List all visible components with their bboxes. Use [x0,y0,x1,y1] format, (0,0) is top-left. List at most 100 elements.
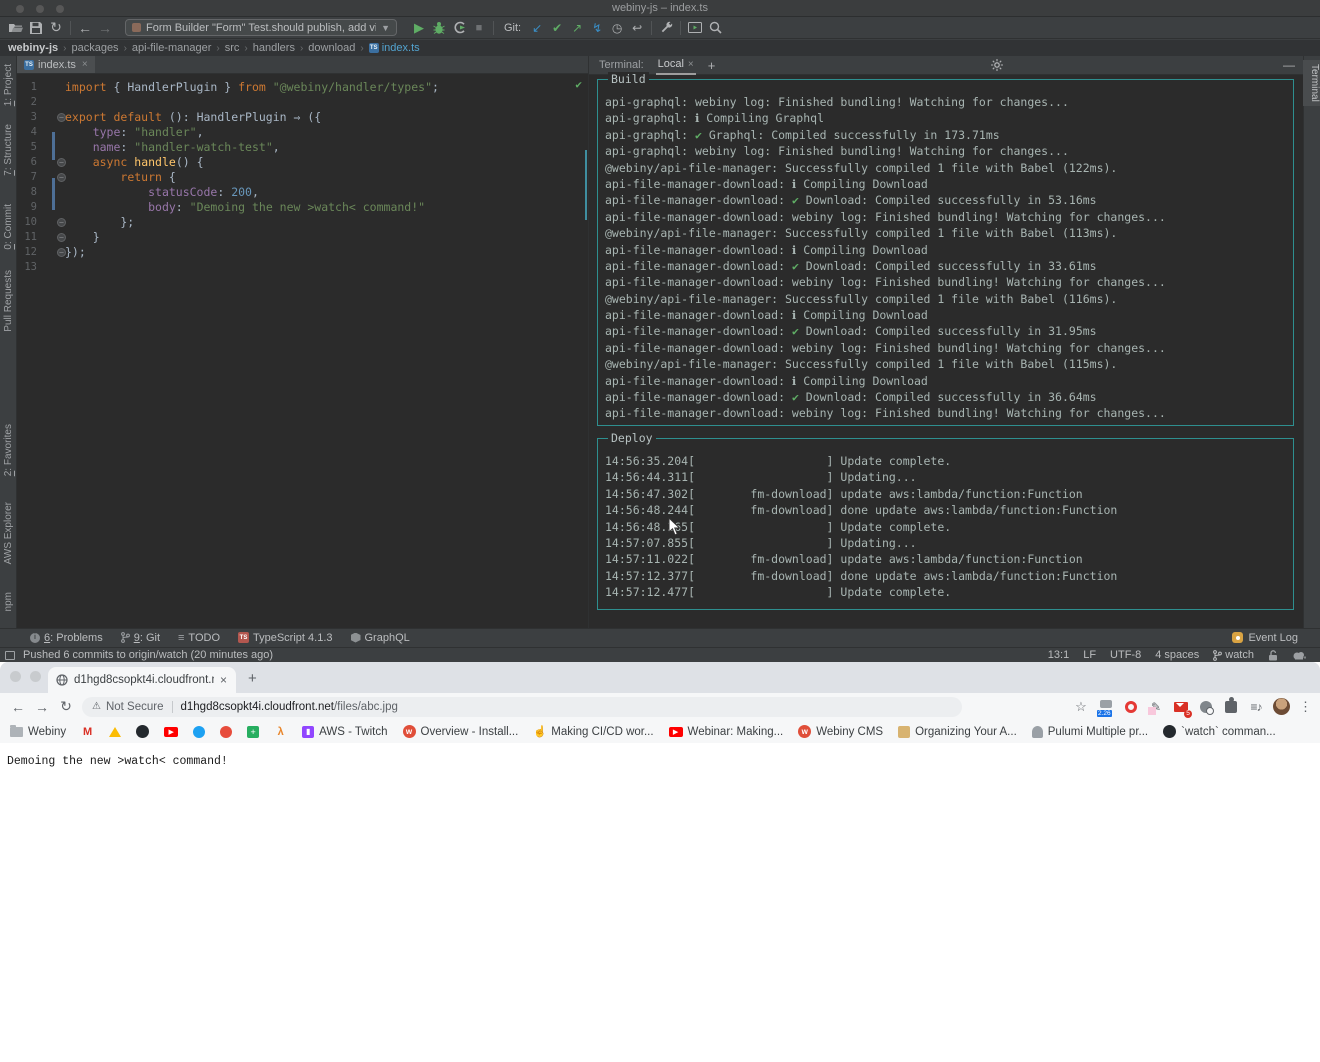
breadcrumb-item[interactable]: api-file-manager [132,42,211,54]
terminal-tab-local[interactable]: Local × [656,56,696,75]
tool-window-button-npm[interactable]: npm [3,592,14,611]
line-number[interactable]: 12 [17,245,37,260]
fold-marker-icon[interactable]: – [57,113,66,122]
history-icon[interactable]: ◷ [607,19,627,37]
bookmark-item[interactable]: + [247,726,259,738]
bookmark-item[interactable] [136,725,149,738]
forward-icon[interactable]: → [95,19,115,37]
line-number[interactable]: 6 [17,155,37,170]
breadcrumb-item[interactable]: handlers [253,42,295,54]
playlist-extension-icon[interactable]: ≡♪ [1248,699,1264,715]
new-tab-button[interactable]: + [248,670,257,687]
back-icon[interactable]: ← [75,19,95,37]
bookmark-item[interactable]: ▶Webinar: Making... [669,726,784,738]
inspection-ok-icon[interactable]: ✔ [575,78,582,91]
fold-marker-icon[interactable]: – [57,173,66,182]
line-number[interactable]: 8 [17,185,37,200]
security-label[interactable]: Not Secure [106,701,164,713]
line-number[interactable]: 3 [17,110,37,125]
line-number[interactable]: 11 [17,230,37,245]
terminal-settings-gear-icon[interactable] [987,59,1007,71]
browser-tab[interactable]: d1hgd8csopkt4i.cloudfront.ne × [48,667,236,693]
tool-window-button--commit[interactable]: 0: Commit [3,204,14,250]
unlock-icon[interactable] [1268,650,1278,661]
stop-button[interactable]: ■ [469,19,489,37]
cost-extension-icon[interactable]: 2.26 [1098,699,1114,715]
editor-tab-index-ts[interactable]: TS index.ts × [17,56,95,73]
indent-setting[interactable]: 4 spaces [1155,649,1199,661]
git-rebase-icon[interactable]: ↯ [587,19,607,37]
breadcrumb-item[interactable]: TSindex.ts [369,42,420,54]
fold-marker-icon[interactable]: – [57,158,66,167]
fold-marker-icon[interactable]: – [57,248,66,257]
line-ending[interactable]: LF [1083,649,1096,661]
settings-wrench-icon[interactable] [656,19,676,37]
line-number[interactable]: 1 [17,80,37,95]
fold-marker-icon[interactable]: – [57,233,66,242]
run-configuration-select[interactable]: Form Builder "Form" Test.should publish,… [125,19,397,36]
tool-window-button-todo[interactable]: ≡TODO [178,632,220,644]
event-log-button[interactable]: Event Log [1232,632,1320,644]
color-picker-extension-icon[interactable]: ✎ [1148,699,1164,715]
debug-button[interactable] [429,19,449,37]
terminal-output[interactable]: Build api-graphql: webiny log: Finished … [589,75,1303,628]
browser-minimize-button[interactable] [30,671,41,682]
browser-back-icon[interactable]: ← [6,699,30,715]
tool-window-button-typescript-4.1.3[interactable]: TSTypeScript 4.1.3 [238,632,333,644]
git-branch-widget[interactable]: watch [1213,649,1254,661]
extensions-puzzle-icon[interactable] [1223,699,1239,715]
status-message[interactable]: Pushed 6 commits to origin/watch (20 min… [23,649,273,661]
tool-window-button--structure[interactable]: 7: Structure [3,124,14,176]
code-editor[interactable]: 1import { HandlerPlugin } from "@webiny/… [17,74,588,628]
line-number[interactable]: 4 [17,125,37,140]
breadcrumb-item[interactable]: packages [71,42,118,54]
tool-window-button-9-git[interactable]: 9: Git [121,632,160,644]
bookmark-item[interactable]: M [81,725,94,738]
breadcrumb-item[interactable]: download [308,42,355,54]
close-terminal-tab-icon[interactable]: × [688,59,694,70]
mail-extension-icon[interactable]: 5 [1173,699,1189,715]
close-browser-tab-icon[interactable]: × [220,673,227,687]
bookmark-star-icon[interactable]: ☆ [1073,699,1089,715]
bookmark-item[interactable]: ▮AWS - Twitch [302,726,387,738]
breadcrumb-item[interactable]: src [225,42,240,54]
hide-terminal-icon[interactable]: — [1279,58,1299,72]
rollback-icon[interactable]: ↩ [627,19,647,37]
browser-forward-icon[interactable]: → [30,699,54,715]
bookmark-item[interactable] [220,726,232,738]
git-commit-icon[interactable]: ✔ [547,19,567,37]
search-person-extension-icon[interactable] [1198,699,1214,715]
line-number[interactable]: 2 [17,95,37,110]
search-everywhere-icon[interactable] [705,19,725,37]
browser-menu-icon[interactable]: ⋮ [1299,699,1312,715]
tool-window-button-6-problems[interactable]: i6: Problems [30,632,103,644]
bookmark-item[interactable]: Organizing Your A... [898,726,1017,738]
bookmark-item[interactable] [109,727,121,737]
bookmark-item[interactable]: wOverview - Install... [403,725,519,738]
tool-window-button-graphql[interactable]: GraphQL [351,632,410,644]
tool-window-button--project[interactable]: 1: Project [3,64,14,106]
run-button[interactable]: ▶ [409,19,429,37]
line-number[interactable]: 13 [17,260,37,275]
git-update-icon[interactable]: ↙ [527,19,547,37]
caret-position[interactable]: 13:1 [1048,649,1069,661]
tool-window-button-pull-requests[interactable]: Pull Requests [3,270,14,332]
run-anything-icon[interactable] [685,19,705,37]
line-number[interactable]: 10 [17,215,37,230]
tool-window-toggle-icon[interactable] [5,651,15,660]
bookmark-item[interactable]: wWebiny CMS [798,725,883,738]
close-tab-icon[interactable]: × [82,59,88,70]
breadcrumb-item[interactable]: webiny-js [8,42,58,54]
bookmark-item[interactable]: ▶ [164,727,178,737]
bookmark-item[interactable]: λ [274,725,287,738]
inspections-profile-icon[interactable] [1292,650,1306,660]
line-number[interactable]: 5 [17,140,37,155]
run-with-coverage-button[interactable] [449,19,469,37]
adblock-extension-icon[interactable] [1123,699,1139,715]
save-all-icon[interactable] [26,19,46,37]
tool-window-button-terminal[interactable]: Terminal [1303,60,1320,106]
git-push-icon[interactable]: ↗ [567,19,587,37]
tool-window-button-aws-explorer[interactable]: AWS Explorer [3,502,14,564]
new-terminal-session-button[interactable]: + [708,58,716,73]
file-encoding[interactable]: UTF-8 [1110,649,1141,661]
